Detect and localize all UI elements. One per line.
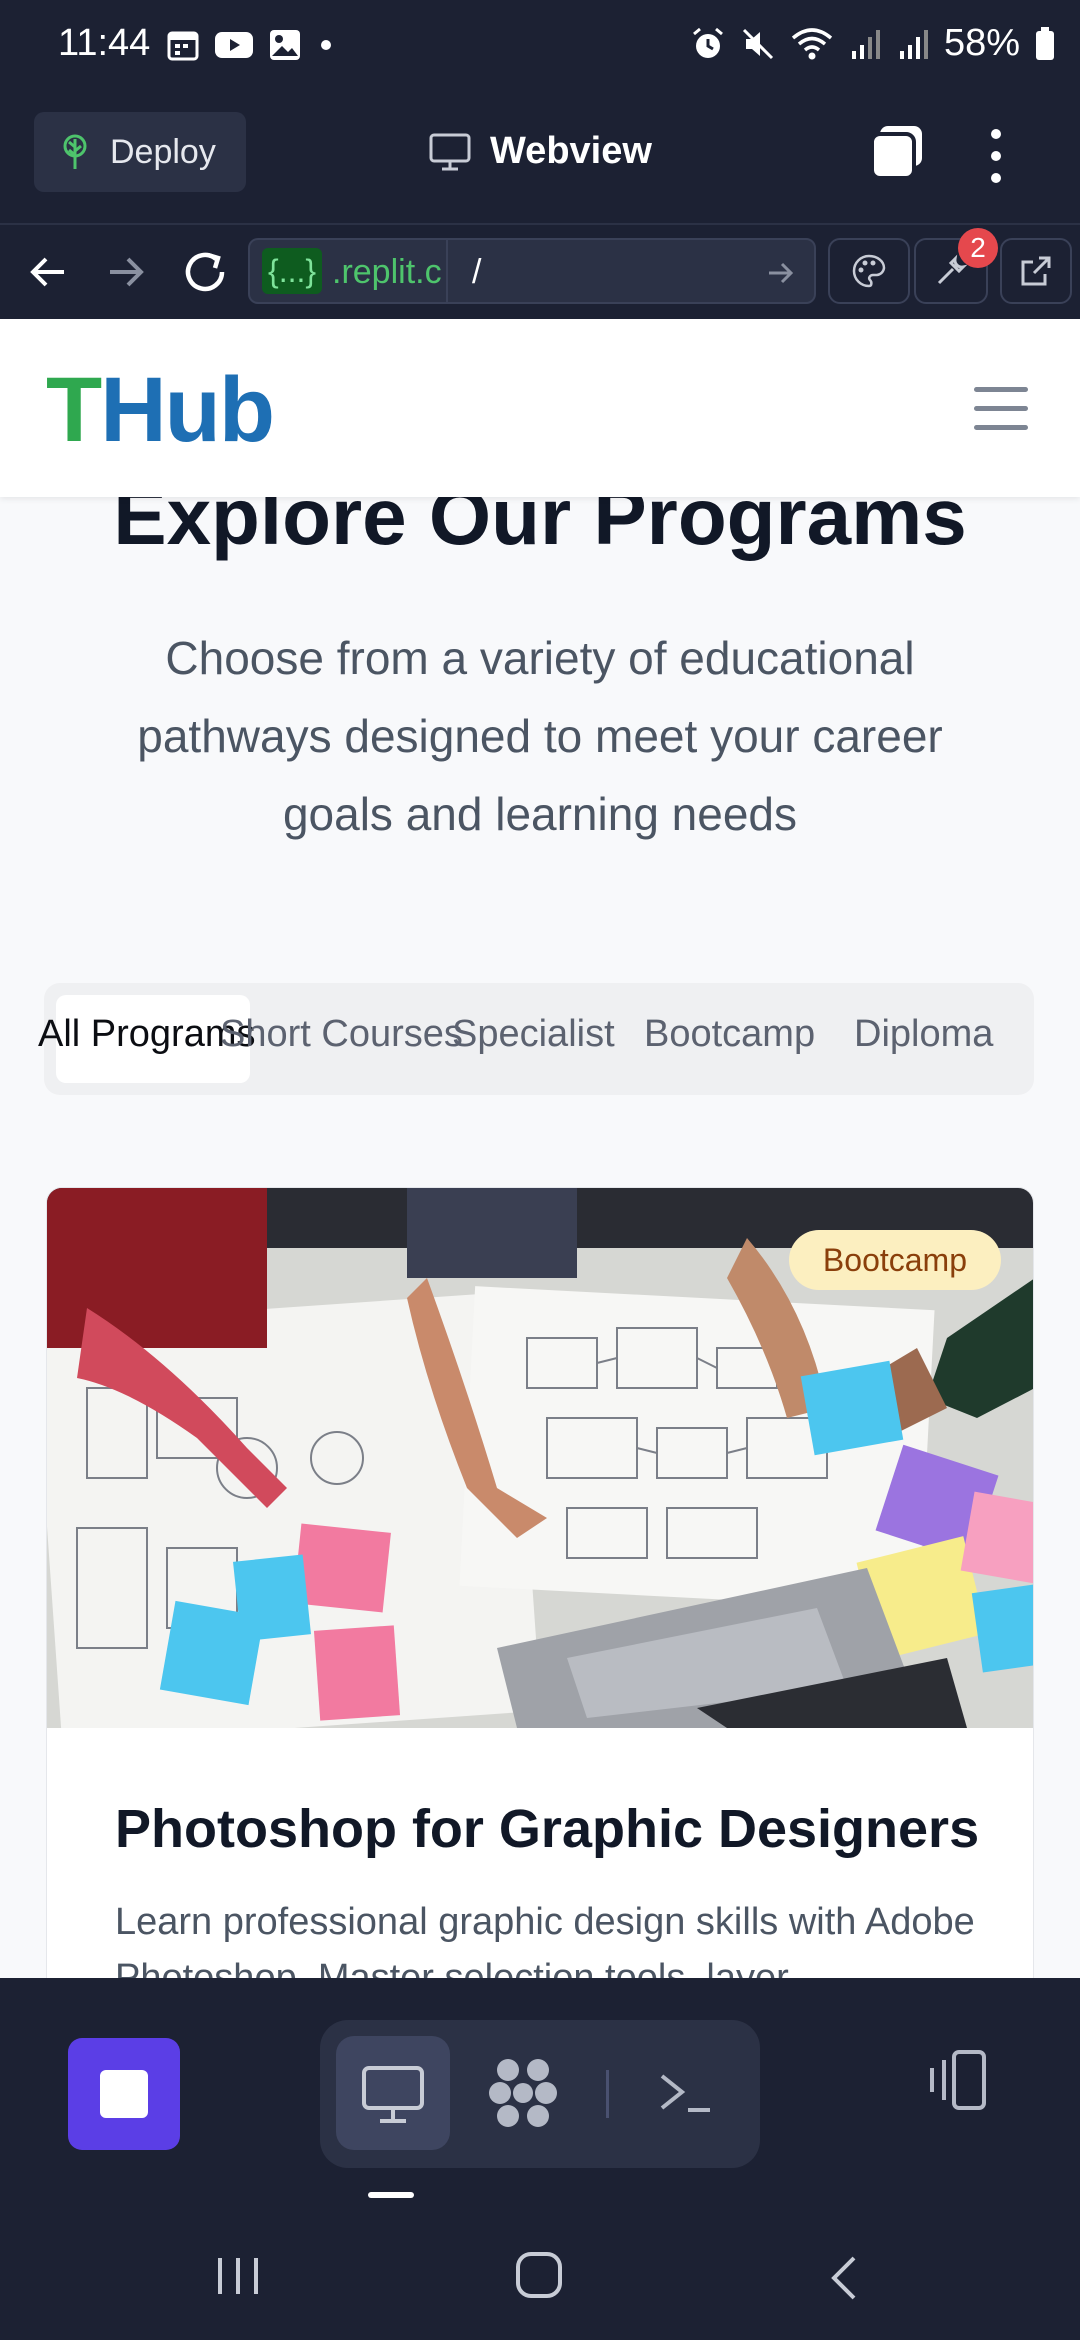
- deploy-label: Deploy: [110, 132, 216, 171]
- palette-icon: [852, 254, 886, 288]
- external-link-icon: [1021, 256, 1051, 286]
- tab-specialist[interactable]: Specialist: [452, 1013, 615, 1056]
- youtube-icon: [215, 32, 253, 58]
- logo-word-hub: Hub: [100, 359, 275, 461]
- program-card-image: Bootcamp: [47, 1188, 1033, 1728]
- program-type-badge: Bootcamp: [788, 1230, 1001, 1290]
- site-logo[interactable]: THub: [46, 364, 275, 456]
- home-icon[interactable]: [514, 2250, 564, 2300]
- dot-icon: [321, 40, 331, 50]
- url-path: /: [472, 253, 482, 291]
- webview-title-text: Webview: [490, 130, 652, 172]
- calendar-icon: [167, 31, 199, 61]
- more-options-icon[interactable]: [978, 126, 1014, 186]
- signal-icon: [899, 29, 928, 59]
- back-arrow-icon[interactable]: [24, 247, 74, 297]
- agent-icon[interactable]: [478, 2048, 568, 2138]
- theme-button[interactable]: [828, 238, 910, 304]
- status-notification-icons: [166, 28, 336, 62]
- hamburger-menu-icon[interactable]: [974, 387, 1028, 431]
- logo-letter-t: T: [46, 359, 102, 461]
- status-bar: 11:44 58%: [0, 0, 1080, 90]
- deploy-tree-icon: [63, 134, 87, 169]
- webview-title: Webview: [428, 130, 652, 173]
- forward-arrow-icon[interactable]: [100, 247, 150, 297]
- url-host: .replit.c: [332, 253, 442, 291]
- battery-percentage: 58%: [943, 22, 1020, 64]
- webview-url-bar: {...} .replit.c / 2: [0, 227, 1080, 317]
- program-card[interactable]: Bootcamp Photoshop for Graphic Designers…: [46, 1187, 1034, 1979]
- devtools-error-badge: 2: [958, 228, 998, 268]
- android-navigation-bar: [0, 2214, 1080, 2340]
- program-filter-tabs: All Programs Short Courses Specialist Bo…: [38, 983, 1034, 1095]
- mute-icon: [742, 28, 773, 59]
- reload-icon[interactable]: [178, 245, 232, 299]
- webview-content: THub Explore Our Programs Choose from a …: [0, 319, 1080, 1979]
- stop-button[interactable]: [68, 2038, 180, 2150]
- active-view-indicator: [368, 2192, 414, 2198]
- url-input[interactable]: {...} .replit.c /: [248, 238, 816, 304]
- programs-subtitle: Choose from a variety of educational pat…: [137, 632, 943, 840]
- tab-bootcamp[interactable]: Bootcamp: [644, 1013, 815, 1056]
- program-card-description: Learn professional graphic design skills…: [115, 1901, 975, 1979]
- url-host-badge: {...}: [262, 248, 323, 294]
- signal-icon: [851, 29, 880, 59]
- deploy-button[interactable]: Deploy: [34, 112, 246, 192]
- devtools-button[interactable]: 2: [914, 228, 998, 304]
- go-arrow-icon[interactable]: [766, 258, 796, 288]
- status-system-icons: 58%: [690, 22, 1056, 65]
- back-icon[interactable]: [826, 2254, 862, 2302]
- webview-view-button[interactable]: [336, 2036, 450, 2150]
- url-divider: [446, 240, 448, 302]
- tab-diploma[interactable]: Diploma: [854, 1013, 993, 1056]
- recent-apps-icon[interactable]: [214, 2254, 262, 2298]
- tab-short-courses[interactable]: Short Courses: [220, 1013, 463, 1056]
- monitor-icon: [429, 133, 471, 170]
- wifi-icon: [791, 27, 833, 59]
- program-card-title[interactable]: Photoshop for Graphic Designers: [115, 1798, 979, 1860]
- switcher-divider: [606, 2070, 609, 2118]
- gallery-icon: [270, 30, 300, 60]
- replit-header: Deploy Webview: [0, 90, 1080, 225]
- replit-bottom-toolbar: [0, 1978, 1080, 2214]
- alarm-icon: [692, 27, 723, 58]
- layout-toggle-icon[interactable]: [920, 2042, 996, 2118]
- monitor-icon: [362, 2066, 424, 2123]
- site-header: THub: [0, 319, 1080, 497]
- status-time: 11:44: [58, 22, 151, 64]
- tabs-icon[interactable]: [868, 122, 928, 182]
- battery-icon: [1036, 26, 1054, 60]
- view-switcher: [320, 2020, 760, 2168]
- open-in-new-tab-button[interactable]: [1000, 238, 1072, 304]
- terminal-icon[interactable]: [640, 2048, 730, 2138]
- stop-icon: [100, 2070, 148, 2118]
